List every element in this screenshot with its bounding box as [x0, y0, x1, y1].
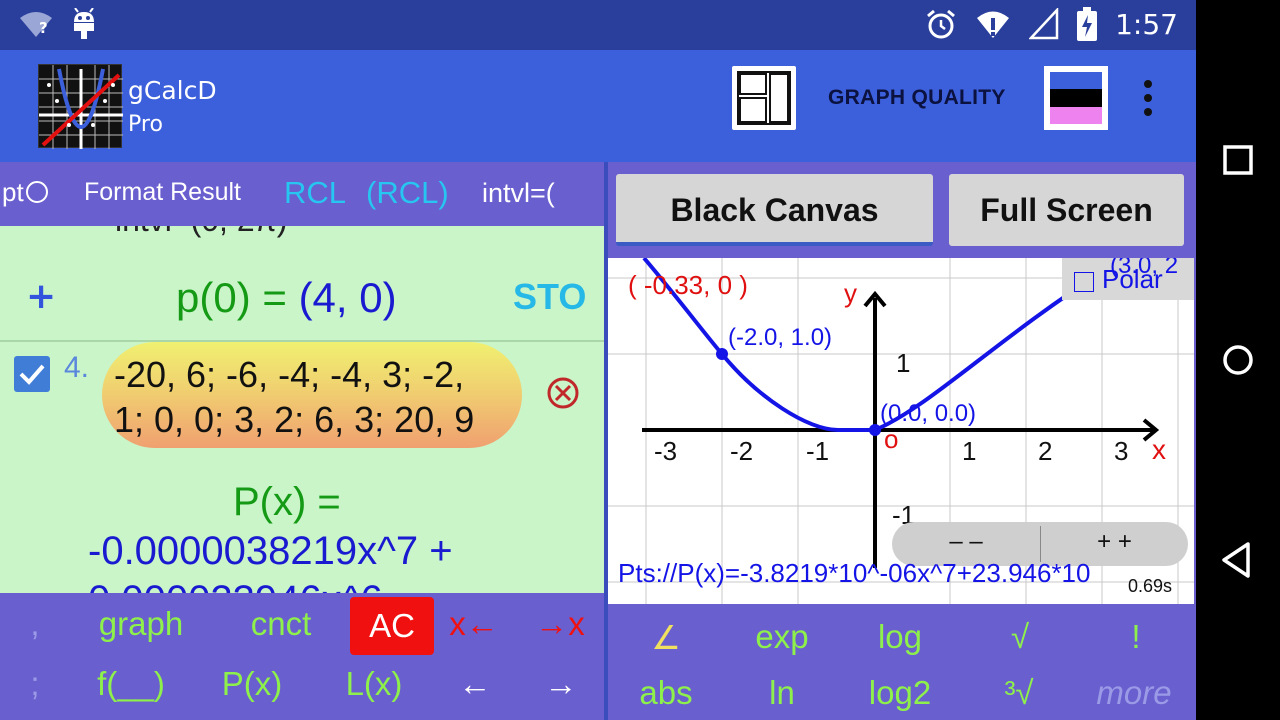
recents-icon[interactable] [1216, 138, 1260, 182]
result-label: p(0) = [176, 274, 299, 321]
wifi-unknown-label: ? [39, 19, 48, 37]
key-more[interactable]: more [1084, 674, 1184, 712]
key-px[interactable]: P(x) [210, 665, 294, 703]
back-icon[interactable] [1216, 538, 1260, 582]
point-label-a: (-2.0, 1.0) [728, 324, 833, 351]
key-log2[interactable]: log2 [862, 674, 938, 712]
key-ac[interactable]: AC [350, 597, 434, 655]
clear-entry-icon[interactable] [546, 376, 580, 410]
key-delete-right[interactable]: →x [530, 605, 590, 643]
x-tick-label: -1 [806, 436, 830, 466]
android-debug-icon [70, 7, 98, 40]
app-bar: gCalcD Pro GRAPH QUALITY [0, 50, 1196, 162]
key-sqrt[interactable]: √ [992, 618, 1048, 656]
intvl-button[interactable]: intvl=( [482, 178, 555, 209]
rcl-button[interactable]: RCL [284, 175, 346, 211]
key-cnct[interactable]: cnct [232, 605, 330, 643]
color-scheme-button[interactable] [1044, 66, 1108, 130]
black-canvas-button[interactable]: Black Canvas [616, 174, 933, 246]
app-screen: ? 1:57 gCalcD Pro GRAPH QUALITY pt Forma… [0, 0, 1280, 720]
rcl-paren-button[interactable]: (RCL) [366, 175, 449, 211]
result-value: (4, 0) [298, 274, 397, 321]
key-factorial[interactable]: ! [1116, 618, 1156, 656]
render-time: 0.69s [1128, 576, 1173, 596]
key-cursor-right[interactable]: → [538, 665, 584, 703]
status-left: ? [18, 7, 98, 40]
key-ln[interactable]: ln [752, 674, 812, 712]
entry-number: 4. [64, 351, 90, 384]
key-abs[interactable]: abs [628, 674, 704, 712]
x-tick-label: 2 [1038, 436, 1053, 466]
key-delete-left[interactable]: x← [444, 605, 504, 643]
status-bar: ? 1:57 [0, 0, 1196, 50]
graph-pane: Black Canvas Full Screen Polar (-0.33, … [608, 162, 1196, 720]
key-graph[interactable]: graph [88, 605, 194, 643]
color-swatch-icon [1050, 72, 1102, 124]
sto-button[interactable]: STO [513, 276, 586, 318]
key-lx[interactable]: L(x) [334, 665, 414, 703]
full-screen-button[interactable]: Full Screen [949, 174, 1184, 246]
calc-toolbar: pt Format Result RCL (RCL) intvl=( [0, 162, 604, 226]
poly-label: P(x) = [233, 480, 341, 524]
x-axis-label: x [1152, 434, 1166, 465]
format-result-button[interactable]: Format Result [84, 178, 241, 207]
app-logo-icon [38, 64, 123, 149]
graph-quality-button[interactable]: GRAPH QUALITY [828, 86, 1006, 110]
key-cbrt[interactable]: ³√ [986, 674, 1052, 712]
toolbar-pt[interactable]: pt [2, 176, 48, 208]
graph-formula: Pts://P(x)=-3.8219*10^-06x^7+23.946*10 [618, 558, 1091, 588]
x-tick-label: 3 [1114, 436, 1129, 466]
app-title: gCalcD [128, 76, 217, 105]
point-list-line-1: -20, 6; -6, -4; -4, 3; -2, [114, 354, 465, 395]
layout-toggle-button[interactable] [732, 66, 796, 130]
app-subtitle: Pro [128, 112, 163, 137]
checkmark-icon [19, 364, 45, 385]
key-angle[interactable]: ∠ [638, 618, 694, 657]
clock-time: 1:57 [1115, 7, 1178, 41]
x-tick-label: -3 [654, 436, 678, 466]
cursor-coordinate: ( -0.33, 0 ) [628, 270, 748, 300]
y-tick-label: 1 [896, 348, 911, 378]
cell-signal-icon [1028, 6, 1059, 40]
alarm-icon [925, 8, 957, 40]
point-marker-a [716, 348, 728, 360]
split-layout-icon [737, 71, 791, 125]
entry-checkbox[interactable] [14, 356, 50, 392]
wifi-signal-icon [975, 8, 1011, 40]
home-icon[interactable] [1216, 338, 1260, 382]
point-list-line-2: 1; 0, 0; 3, 2; 6, 3; 20, 9 [114, 399, 475, 440]
point-label-c: (3.0, 2 [1110, 258, 1179, 279]
battery-charging-icon [1077, 7, 1098, 41]
key-function[interactable]: f(__) [88, 665, 174, 703]
add-button[interactable]: + [26, 276, 56, 317]
y-axis-label: y [844, 278, 857, 308]
system-nav-bar [1196, 0, 1280, 720]
result-line: p(0) = (4, 0) [176, 274, 397, 322]
status-right: 1:57 [925, 6, 1178, 41]
poly-line-1: -0.0000038219x^7 + [88, 529, 453, 573]
origin-label: o [884, 424, 899, 454]
key-semicolon[interactable]: ; [20, 665, 50, 703]
key-log[interactable]: log [862, 618, 938, 656]
x-tick-label: -2 [730, 436, 754, 466]
left-keypad: , graph cnct AC x← →x ; f(__) P(x) L(x) … [0, 593, 604, 720]
previous-line-partial: intvl=(0, 2π) [115, 226, 287, 239]
right-keypad: ∠ exp log √ ! abs ln log2 ³√ more [608, 604, 1196, 720]
point-list-input[interactable]: -20, 6; -6, -4; -4, 3; -2, 1; 0, 0; 3, 2… [102, 342, 522, 448]
overflow-menu-icon[interactable] [1130, 78, 1166, 118]
wifi-unknown-icon: ? [18, 9, 54, 39]
calculator-pane: pt Format Result RCL (RCL) intvl=( intvl… [0, 162, 604, 720]
key-exp[interactable]: exp [744, 618, 820, 656]
radio-circle-icon [25, 181, 48, 203]
graph-canvas[interactable]: Polar ( -0.33, 0 ) (-2.0, 1.0) (0.0, 0.0… [608, 258, 1194, 604]
key-comma[interactable]: , [20, 605, 50, 643]
zoom-in-button[interactable]: + + [1041, 528, 1188, 556]
key-cursor-left[interactable]: ← [452, 665, 498, 703]
x-tick-label: 1 [962, 436, 977, 466]
polar-checkbox-icon [1074, 272, 1094, 292]
zoom-out-button[interactable]: – – [892, 528, 1040, 556]
